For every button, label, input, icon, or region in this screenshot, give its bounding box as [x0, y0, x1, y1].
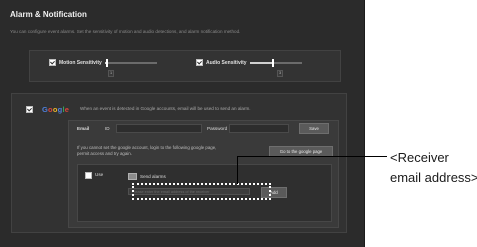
motion-sensitivity-label: Motion Sensitivity	[59, 59, 102, 66]
audio-sensitivity-value: 3	[277, 70, 284, 77]
sensitivity-section: Motion Sensitivity 1 Audio Sensitivity 3	[29, 50, 341, 82]
google-enable-row: Google	[26, 105, 69, 114]
page-subtitle: You can configure event alarms. Set the …	[10, 29, 241, 34]
mail-icon	[128, 173, 137, 180]
password-label: Password	[207, 126, 228, 131]
use-checkbox[interactable]	[85, 172, 92, 179]
audio-slider-thumb[interactable]	[271, 58, 274, 67]
motion-sensitivity-value: 1	[108, 70, 115, 77]
audio-sensitivity-label: Audio Sensitivity	[206, 59, 247, 66]
send-alarms-label: Send alarms	[140, 174, 166, 179]
callout-label-line1: <Receiver	[390, 150, 449, 165]
motion-sensitivity-slider[interactable]	[104, 58, 157, 67]
motion-slider-thumb[interactable]	[106, 58, 109, 67]
receiver-email-highlight	[132, 183, 271, 200]
id-input[interactable]	[116, 124, 202, 133]
callout-line-horizontal	[237, 156, 387, 157]
email-label: Email	[77, 126, 90, 131]
google-notification-section: Google When an event is detected in Goog…	[11, 93, 347, 233]
audio-sensitivity-row: Audio Sensitivity	[196, 58, 302, 67]
google-description: When an event is detected in Google acco…	[80, 106, 251, 111]
callout-line-vertical	[237, 156, 238, 184]
send-alarms-row: Send alarms	[128, 173, 166, 180]
id-label: ID	[105, 126, 110, 131]
password-input[interactable]	[229, 124, 289, 133]
google-logo: Google	[42, 105, 70, 114]
google-help-note: If you cannot set the google account, lo…	[77, 145, 217, 157]
alarm-notification-panel: Alarm & Notification You can configure e…	[0, 0, 365, 247]
audio-sensitivity-slider[interactable]	[249, 58, 302, 67]
audio-sensitivity-checkbox[interactable]	[196, 59, 203, 66]
google-enable-checkbox[interactable]	[26, 106, 33, 113]
motion-sensitivity-checkbox[interactable]	[49, 59, 56, 66]
google-account-form: Email ID Password Save If you cannot set…	[68, 120, 339, 228]
motion-sensitivity-row: Motion Sensitivity	[49, 58, 157, 67]
save-button[interactable]: Save	[299, 123, 329, 134]
use-label: Use	[95, 172, 104, 177]
page-title: Alarm & Notification	[10, 10, 87, 19]
callout-label-line2: email address>	[390, 170, 477, 185]
audio-slider-fill	[249, 61, 273, 64]
